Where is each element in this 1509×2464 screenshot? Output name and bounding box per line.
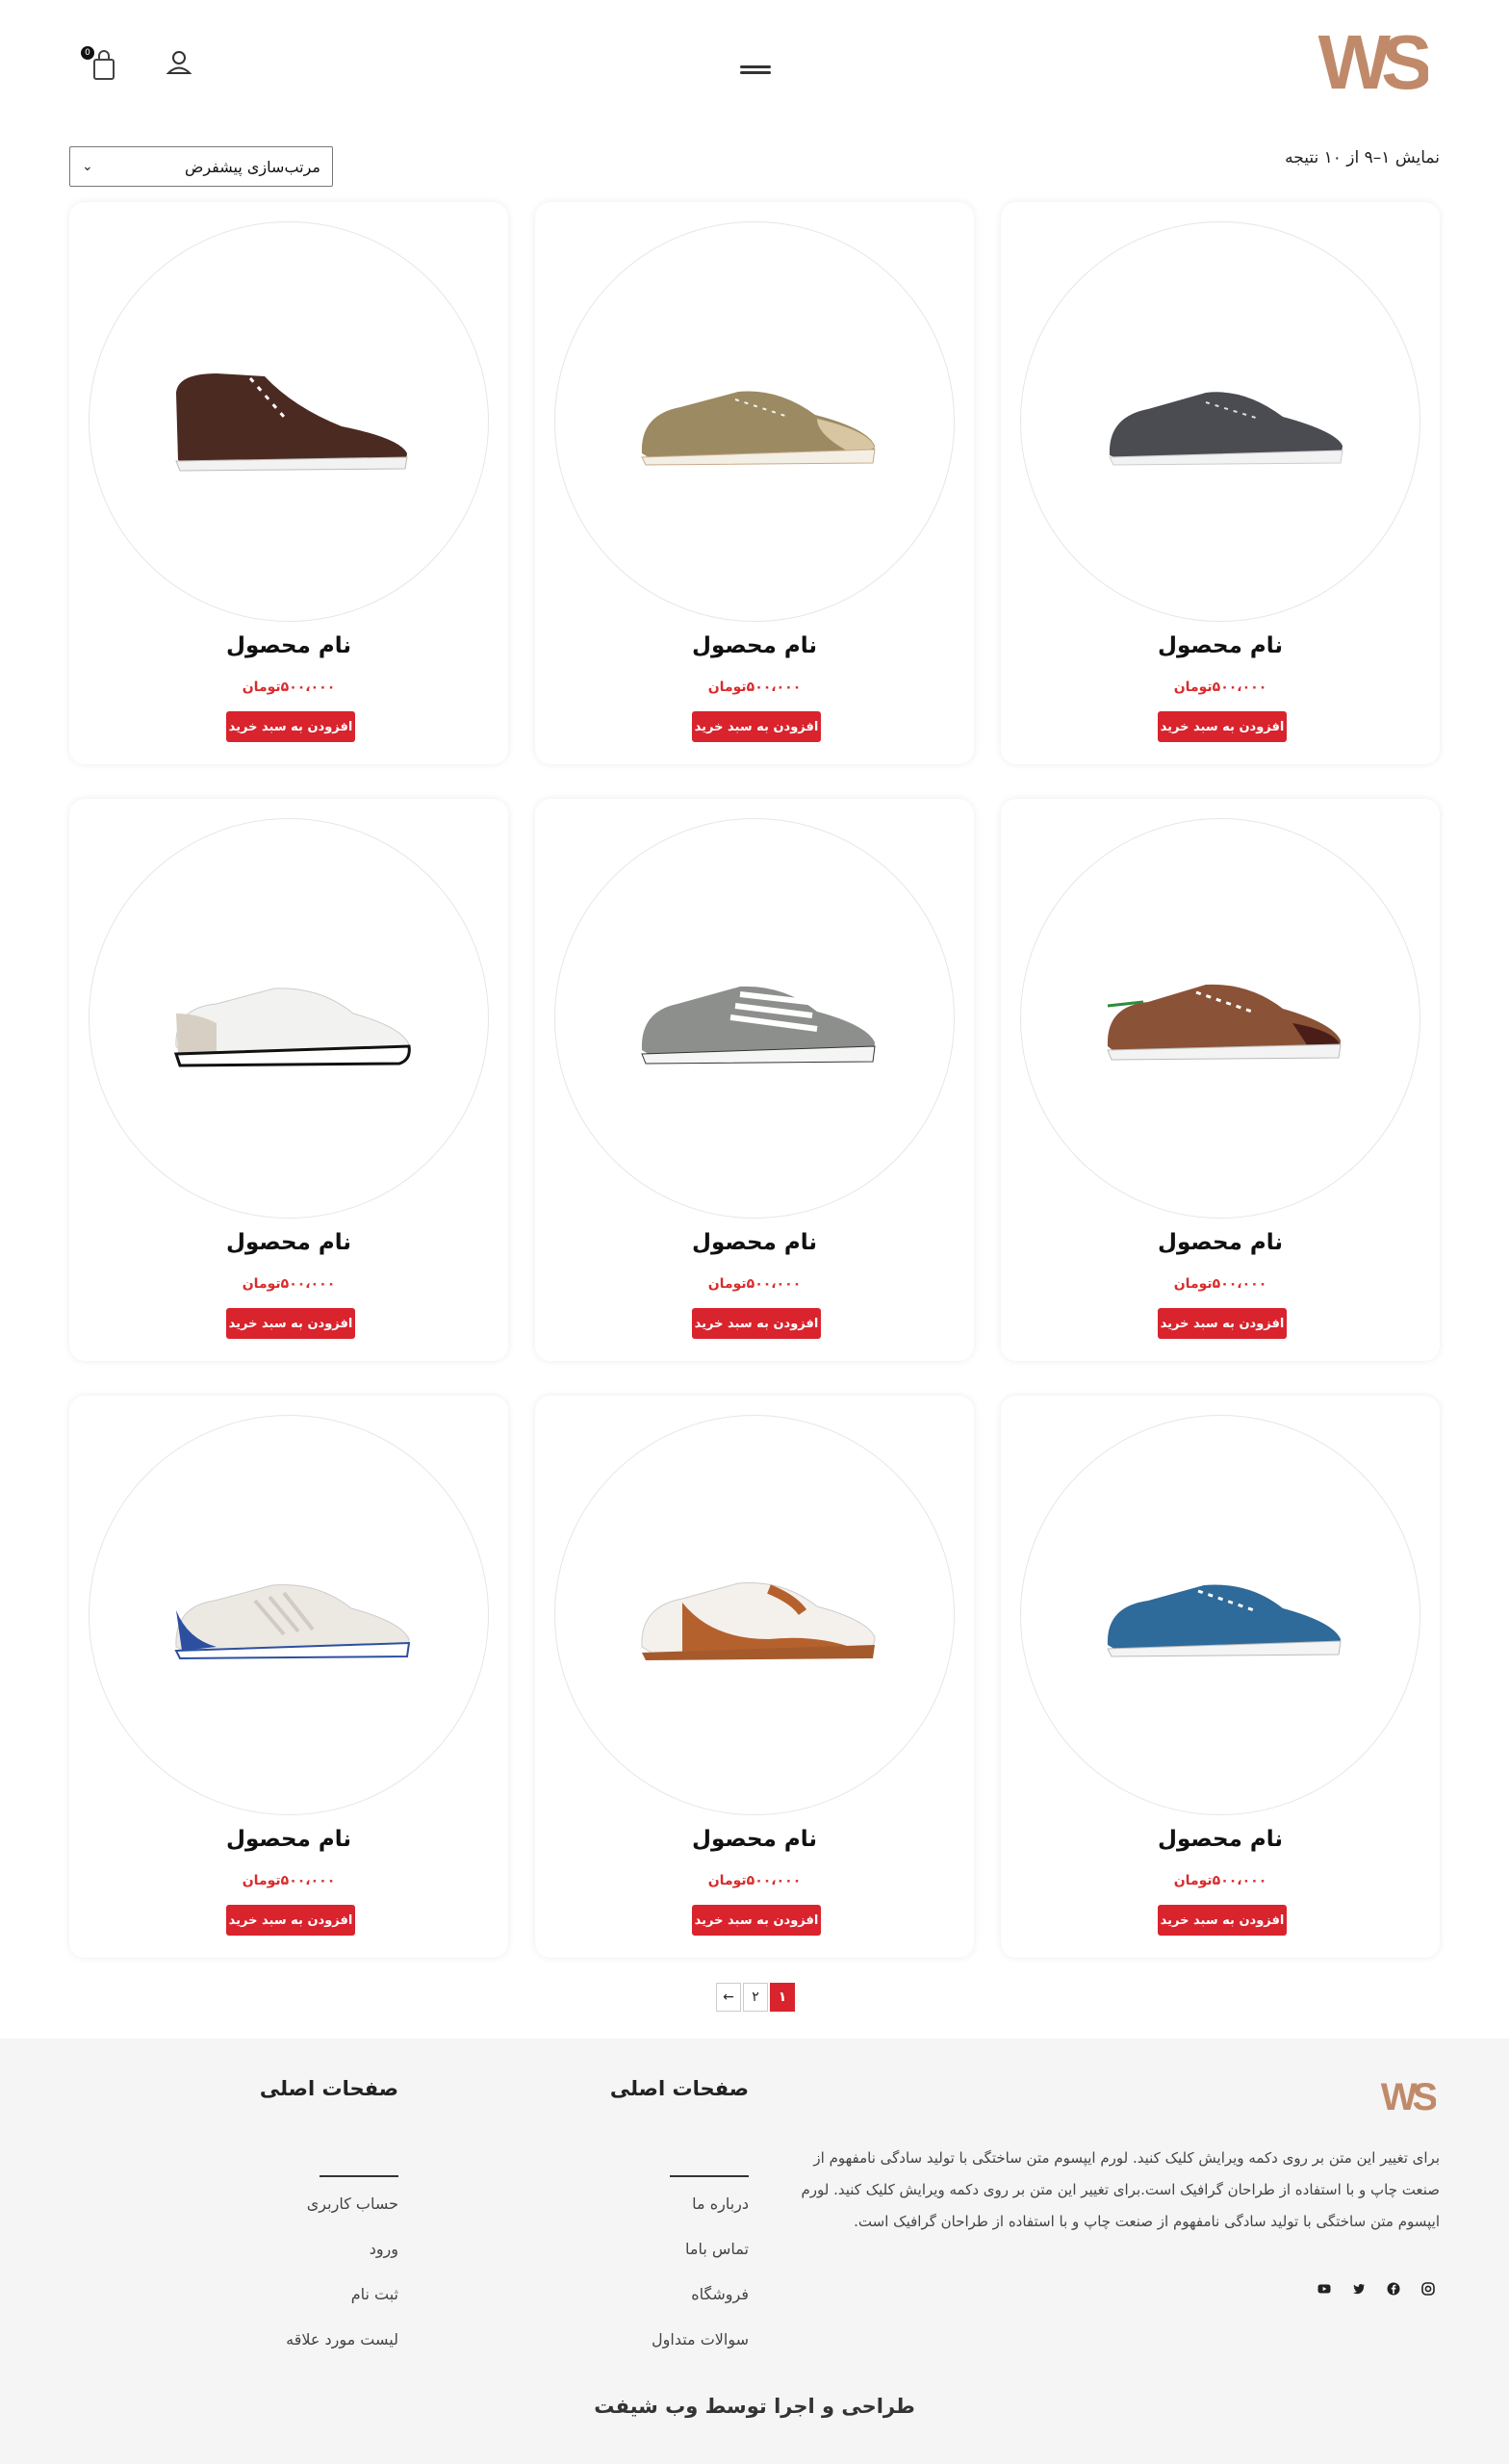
shoe-image-icon [641,986,876,1065]
pagination-page-2[interactable]: ۲ [743,1983,768,2012]
product-card[interactable]: نام محصول ۵۰۰،۰۰۰تومان افزودن به سبد خری… [69,799,508,1361]
product-price: ۵۰۰،۰۰۰تومان [707,680,802,695]
footer-about-text: برای تغییر این متن بر روی دکمه ویرایش کل… [801,2149,1440,2230]
footer-link-wishlist[interactable]: لیست مورد علاقه [206,2330,398,2375]
chevron-down-icon: ⌄ [82,159,93,174]
pagination-page-current: ۱ [770,1983,795,2012]
product-image[interactable] [89,221,489,622]
add-to-cart-button[interactable]: افزودن به سبد خرید [226,1308,355,1339]
shoe-image-icon [175,373,408,472]
product-name[interactable]: نام محصول [1001,1230,1440,1255]
product-image[interactable] [554,818,955,1219]
product-name[interactable]: نام محصول [69,1827,508,1852]
shoe-image-icon [1107,1584,1342,1657]
product-price: ۵۰۰،۰۰۰تومان [1173,1276,1267,1292]
footer-column-pages: صفحات اصلی درباره ما تماس باما فروشگاه س… [556,2077,749,2385]
product-name[interactable]: نام محصول [535,1827,974,1852]
footer-divider [670,2175,749,2177]
product-name[interactable]: نام محصول [535,1230,974,1255]
cart-icon[interactable]: 0 [81,46,119,85]
footer-link-contact[interactable]: تماس باما [556,2240,749,2285]
result-count: نمایش ۱–۹ از ۱۰ نتیجه [1285,148,1440,167]
add-to-cart-button[interactable]: افزودن به سبد خرید [226,1905,355,1936]
footer-column-account: صفحات اصلی حساب کاربری ورود ثبت نام لیست… [206,2077,398,2385]
footer-link-about[interactable]: درباره ما [556,2194,749,2240]
product-price: ۵۰۰،۰۰۰تومان [1173,680,1267,695]
product-image[interactable] [1020,818,1420,1219]
footer-link-register[interactable]: ثبت نام [206,2285,398,2330]
product-image[interactable] [554,1415,955,1815]
product-image[interactable] [1020,1415,1420,1815]
facebook-icon[interactable] [1386,2281,1401,2297]
hamburger-menu-icon[interactable] [736,58,775,81]
footer-link-login[interactable]: ورود [206,2240,398,2285]
footer-link-shop[interactable]: فروشگاه [556,2285,749,2330]
add-to-cart-button[interactable]: افزودن به سبد خرید [692,1308,821,1339]
footer-logo[interactable]: WS [1378,2071,1438,2121]
add-to-cart-button[interactable]: افزودن به سبد خرید [1158,711,1287,742]
product-name[interactable]: نام محصول [69,633,508,658]
product-price: ۵۰۰،۰۰۰تومان [707,1873,802,1888]
product-card[interactable]: نام محصول ۵۰۰،۰۰۰تومان افزودن به سبد خری… [69,1396,508,1958]
pagination-next-arrow[interactable]: ← [716,1983,741,2012]
footer-link-account[interactable]: حساب کاربری [206,2194,398,2240]
instagram-icon[interactable] [1420,2281,1436,2297]
product-price: ۵۰۰،۰۰۰تومان [242,1873,336,1888]
add-to-cart-button[interactable]: افزودن به سبد خرید [692,711,821,742]
product-card[interactable]: نام محصول ۵۰۰،۰۰۰تومان افزودن به سبد خری… [535,799,974,1361]
footer-link-faq[interactable]: سوالات متداول [556,2330,749,2375]
product-price: ۵۰۰،۰۰۰تومان [1173,1873,1267,1888]
add-to-cart-button[interactable]: افزودن به سبد خرید [1158,1905,1287,1936]
product-grid: نام محصول ۵۰۰،۰۰۰تومان افزودن به سبد خری… [69,202,1440,1959]
product-card[interactable]: نام محصول ۵۰۰،۰۰۰تومان افزودن به سبد خری… [535,1396,974,1958]
twitter-icon[interactable] [1351,2281,1367,2297]
product-name[interactable]: نام محصول [1001,633,1440,658]
cart-count-badge: 0 [81,46,94,60]
product-card[interactable]: نام محصول ۵۰۰،۰۰۰تومان افزودن به سبد خری… [1001,799,1440,1361]
pagination: ← ۲ ۱ [716,1983,795,2012]
product-name[interactable]: نام محصول [535,633,974,658]
footer-copyright: طراحی و اجرا توسط وب شیفت [594,2395,915,2418]
shoe-image-icon [641,391,876,466]
social-links [1317,2281,1436,2297]
svg-text:WS: WS [1381,2076,1436,2118]
add-to-cart-button[interactable]: افزودن به سبد خرید [226,711,355,742]
product-name[interactable]: نام محصول [1001,1827,1440,1852]
product-card[interactable]: نام محصول ۵۰۰،۰۰۰تومان افزودن به سبد خری… [535,202,974,764]
shoe-image-icon [174,1584,411,1660]
product-card[interactable]: نام محصول ۵۰۰،۰۰۰تومان افزودن به سبد خری… [1001,202,1440,764]
product-card[interactable]: نام محصول ۵۰۰،۰۰۰تومان افزودن به سبد خری… [69,202,508,764]
sort-select-value: مرتب‌سازی پیشفرض [185,157,320,176]
footer-column-title: صفحات اصلی [259,2077,398,2100]
product-image[interactable] [89,1415,489,1815]
product-name[interactable]: نام محصول [69,1230,508,1255]
footer-column-title: صفحات اصلی [609,2077,749,2100]
sort-select[interactable]: مرتب‌سازی پیشفرض ⌄ [69,146,333,187]
add-to-cart-button[interactable]: افزودن به سبد خرید [692,1905,821,1936]
product-price: ۵۰۰،۰۰۰تومان [242,1276,336,1292]
shoe-image-icon [641,1582,876,1660]
product-image[interactable] [554,221,955,622]
product-image[interactable] [89,818,489,1219]
svg-text:WS: WS [1318,19,1428,105]
product-price: ۵۰۰،۰۰۰تومان [242,680,336,695]
product-price: ۵۰۰،۰۰۰تومان [707,1276,802,1292]
add-to-cart-button[interactable]: افزودن به سبد خرید [1158,1308,1287,1339]
site-logo[interactable]: WS [1313,13,1428,116]
product-card[interactable]: نام محصول ۵۰۰،۰۰۰تومان افزودن به سبد خری… [1001,1396,1440,1958]
footer-divider [320,2175,398,2177]
user-account-icon[interactable] [162,46,196,81]
product-image[interactable] [1020,221,1420,622]
youtube-icon[interactable] [1317,2281,1332,2297]
site-header: WS 0 [0,0,1509,135]
shoe-image-icon [1109,392,1343,466]
shoe-image-icon [173,988,411,1067]
site-footer: WS برای تغییر این متن بر روی دکمه ویرایش… [0,2039,1509,2464]
shoe-image-icon [1107,984,1342,1061]
